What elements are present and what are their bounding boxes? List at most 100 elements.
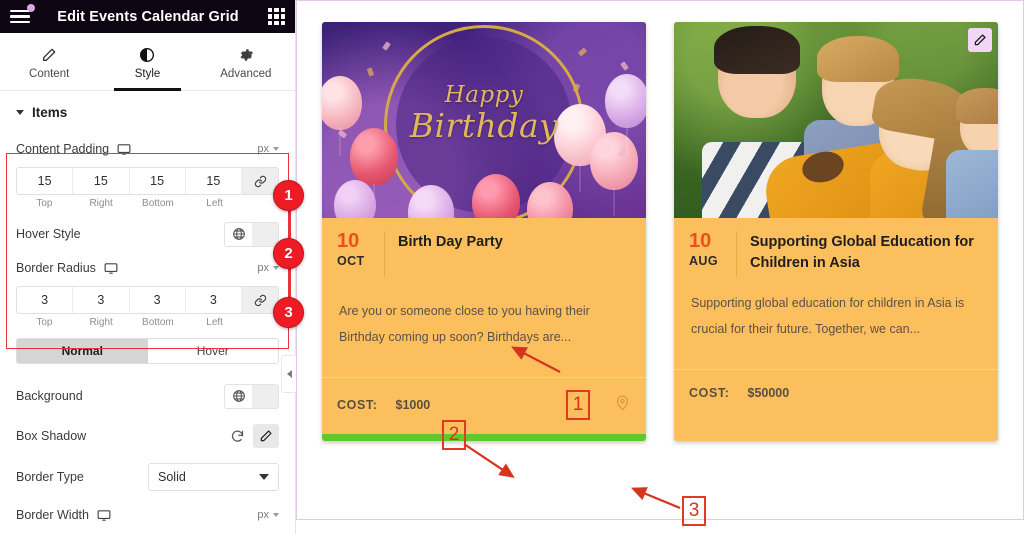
birthday-text-line1: Happy bbox=[444, 82, 524, 108]
confetti-decor bbox=[577, 47, 588, 57]
content-padding-unit[interactable]: px bbox=[257, 143, 279, 155]
border-radius-top-input[interactable]: 3 bbox=[17, 287, 74, 313]
state-toggle-hover[interactable]: Hover bbox=[148, 339, 279, 363]
pencil-icon bbox=[43, 48, 56, 61]
side-label-left: Left bbox=[206, 317, 223, 328]
cost-label: COST: bbox=[689, 386, 730, 400]
border-type-label: Border Type bbox=[16, 470, 84, 484]
globe-icon[interactable] bbox=[225, 385, 252, 408]
apps-grid-icon[interactable] bbox=[268, 8, 285, 25]
child-hair bbox=[714, 26, 800, 74]
event-card[interactable]: Happy Birthday 10 OCT Birth Day Party Ar… bbox=[322, 22, 646, 441]
event-header: 10 AUG Supporting Global Education for C… bbox=[689, 231, 983, 277]
chevron-down-icon bbox=[259, 474, 269, 480]
location-pin-icon[interactable] bbox=[614, 394, 631, 416]
background-color-control bbox=[224, 383, 279, 409]
notification-dot-icon bbox=[27, 3, 35, 12]
border-radius-row: Border Radius px bbox=[0, 251, 295, 285]
desktop-icon[interactable] bbox=[104, 262, 118, 275]
border-radius-left-input[interactable]: 3 bbox=[186, 287, 242, 313]
box-shadow-row: Box Shadow bbox=[0, 416, 295, 456]
tab-content-label: Content bbox=[29, 67, 70, 80]
border-width-label: Border Width bbox=[16, 508, 89, 522]
content-padding-side-labels: Top Right Bottom Left bbox=[16, 198, 279, 209]
tab-style-label: Style bbox=[134, 67, 161, 80]
event-card[interactable]: 10 AUG Supporting Global Education for C… bbox=[674, 22, 998, 441]
border-radius-inputs: 3 3 3 3 bbox=[16, 286, 279, 314]
side-label-left: Left bbox=[206, 198, 223, 209]
section-items-header[interactable]: Items bbox=[0, 91, 295, 132]
box-shadow-edit-icon[interactable] bbox=[253, 424, 279, 448]
content-padding-link-icon[interactable] bbox=[242, 168, 278, 194]
border-type-value: Solid bbox=[158, 470, 186, 484]
event-title[interactable]: Birth Day Party bbox=[385, 231, 503, 253]
desktop-icon[interactable] bbox=[97, 509, 111, 522]
annotation-marker-3: 3 bbox=[682, 496, 706, 526]
birthday-text-line2: Birthday bbox=[409, 106, 559, 145]
event-month: AUG bbox=[689, 254, 718, 268]
side-label-bottom: Bottom bbox=[142, 317, 174, 328]
event-card-footer: COST: $50000 bbox=[674, 369, 998, 418]
content-padding-row: Content Padding px bbox=[0, 132, 295, 166]
event-day: 10 bbox=[337, 230, 360, 252]
side-label-right: Right bbox=[89, 198, 113, 209]
event-date: 10 OCT bbox=[337, 231, 385, 277]
side-label-top: Top bbox=[36, 198, 53, 209]
content-padding-unit-label: px bbox=[257, 143, 269, 155]
section-items-label: Items bbox=[32, 105, 68, 120]
hamburger-icon[interactable] bbox=[10, 3, 35, 26]
background-swatch[interactable] bbox=[252, 384, 278, 408]
border-width-unit-label: px bbox=[257, 509, 269, 521]
border-type-select[interactable]: Solid bbox=[148, 463, 279, 491]
side-label-right: Right bbox=[89, 317, 113, 328]
chevron-down-icon bbox=[16, 110, 24, 115]
content-padding-left-input[interactable]: 15 bbox=[186, 168, 242, 194]
state-toggle-group: Normal Hover bbox=[16, 338, 279, 364]
gear-icon bbox=[240, 48, 253, 61]
state-toggle-normal[interactable]: Normal bbox=[17, 339, 148, 363]
box-shadow-label: Box Shadow bbox=[16, 429, 87, 443]
tab-content[interactable]: Content bbox=[0, 33, 98, 90]
event-image-birthday: Happy Birthday bbox=[322, 22, 646, 218]
child-hair bbox=[956, 88, 998, 124]
side-label-top: Top bbox=[36, 317, 53, 328]
child-hair bbox=[817, 36, 899, 82]
preview-canvas: Happy Birthday 10 OCT Birth Day Party Ar… bbox=[296, 0, 1024, 534]
event-date: 10 AUG bbox=[689, 231, 737, 277]
border-radius-unit[interactable]: px bbox=[257, 262, 279, 274]
background-label: Background bbox=[16, 389, 83, 403]
card-accent-bar bbox=[322, 434, 646, 441]
event-month: OCT bbox=[337, 254, 365, 268]
reset-icon[interactable] bbox=[227, 426, 247, 446]
content-padding-right-input[interactable]: 15 bbox=[73, 168, 130, 194]
confetti-decor bbox=[620, 61, 629, 71]
event-day: 10 bbox=[689, 230, 712, 252]
event-card-body: 10 AUG Supporting Global Education for C… bbox=[674, 218, 998, 363]
event-card-footer: COST: $1000 bbox=[322, 377, 646, 434]
globe-icon[interactable] bbox=[225, 223, 252, 246]
hover-style-label: Hover Style bbox=[16, 227, 81, 241]
chevron-down-icon bbox=[273, 266, 279, 270]
birthday-image-text: Happy Birthday bbox=[322, 82, 646, 145]
desktop-icon[interactable] bbox=[117, 143, 131, 156]
event-description: Are you or someone close to you having t… bbox=[339, 304, 590, 344]
cost-value: $1000 bbox=[395, 398, 431, 412]
contrast-circle-icon bbox=[140, 47, 155, 62]
tab-style[interactable]: Style bbox=[98, 33, 196, 91]
confetti-decor bbox=[366, 67, 375, 77]
chevron-down-icon bbox=[273, 147, 279, 151]
tab-advanced[interactable]: Advanced bbox=[197, 33, 295, 90]
sidebar-collapse-handle[interactable] bbox=[281, 355, 296, 393]
edit-element-button[interactable] bbox=[968, 28, 992, 52]
event-title[interactable]: Supporting Global Education for Children… bbox=[737, 231, 983, 273]
border-radius-right-input[interactable]: 3 bbox=[73, 287, 130, 313]
hover-style-row: Hover Style bbox=[0, 217, 295, 251]
border-radius-bottom-input[interactable]: 3 bbox=[130, 287, 186, 313]
style-settings-sidebar: Edit Events Calendar Grid Content Style … bbox=[0, 0, 304, 534]
hover-style-swatch[interactable] bbox=[252, 222, 278, 246]
tab-advanced-label: Advanced bbox=[220, 67, 272, 80]
border-width-unit[interactable]: px bbox=[257, 509, 279, 521]
annotation-marker-2: 2 bbox=[442, 420, 466, 450]
content-padding-bottom-input[interactable]: 15 bbox=[130, 168, 186, 194]
content-padding-top-input[interactable]: 15 bbox=[17, 168, 74, 194]
